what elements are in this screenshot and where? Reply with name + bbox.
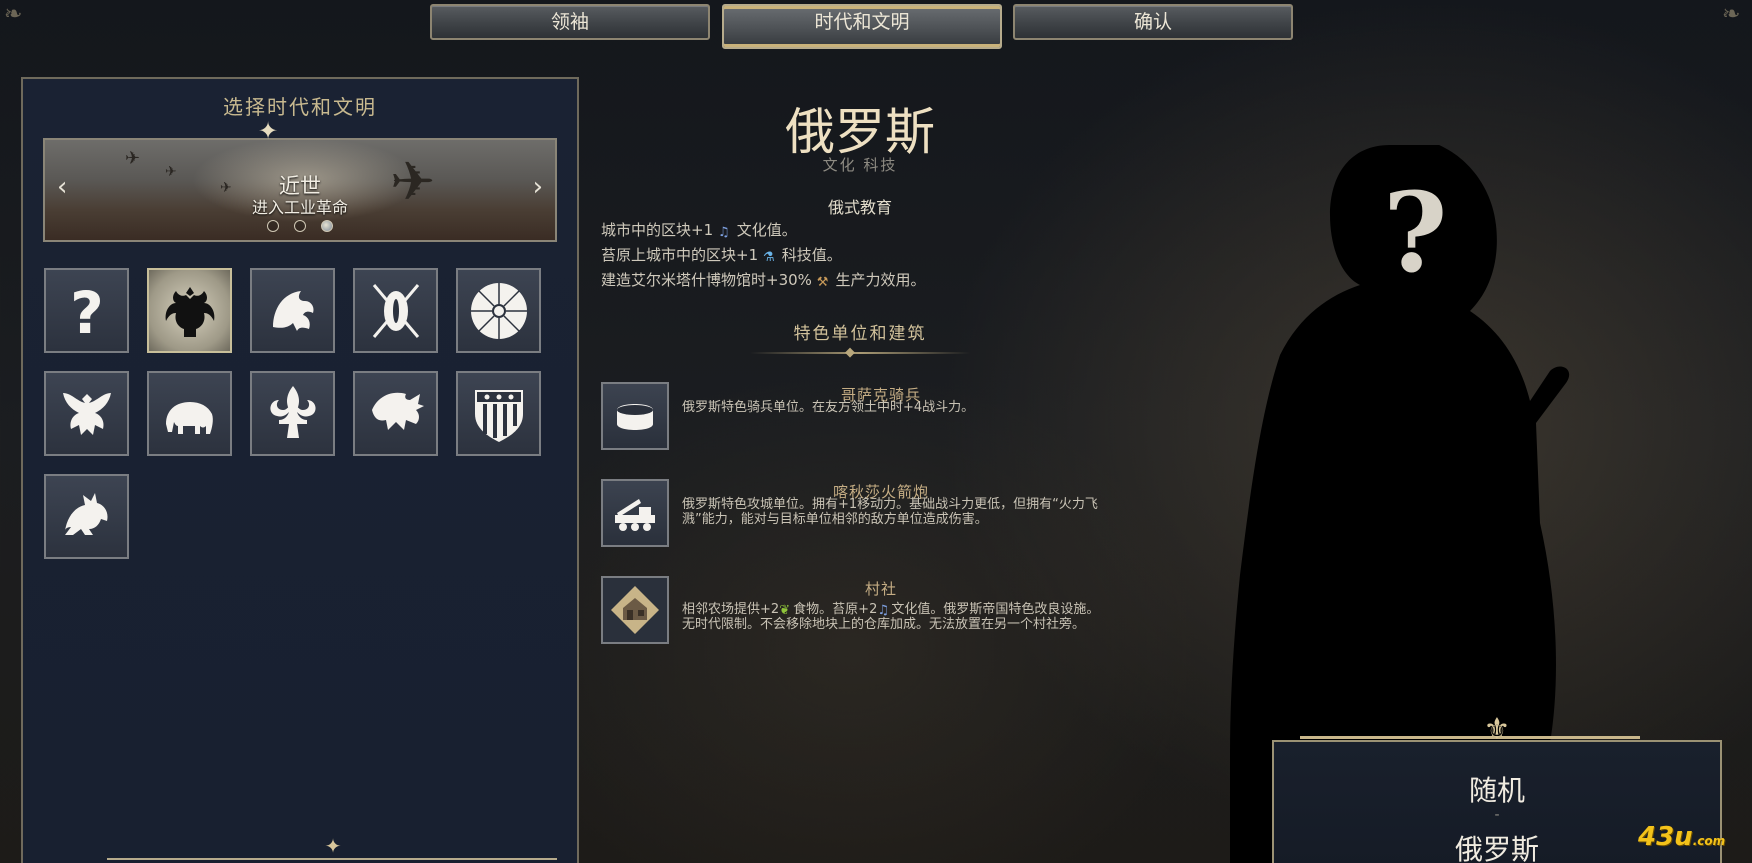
leader-panel-top-line [1300, 736, 1640, 739]
unit-icon-frame [601, 382, 669, 450]
shield-spears-icon [372, 283, 419, 338]
production-hammer-icon: ⚒ [816, 275, 829, 290]
unique-section-title: 特色单位和建筑 [793, 324, 927, 344]
dragon-icon [371, 392, 424, 430]
cossack-hat-icon [617, 404, 653, 430]
era-subtitle: 进入工业革命 [251, 198, 348, 217]
elephant-icon [165, 401, 213, 434]
small-plane-image: ✈ [125, 148, 141, 169]
ability-text: 生产力效用。 [835, 271, 926, 289]
unique-desc-text: 相邻农场提供+2 [682, 602, 780, 617]
griffin-icon [272, 290, 314, 331]
ability-text: 文化值。 [736, 221, 797, 239]
civ-option[interactable] [147, 371, 232, 456]
unique-desc: 俄罗斯特色攻城单位。拥有+1移动力。基础战斗力更低，但拥有“火力飞溅”能力，能对… [682, 497, 1098, 527]
section-ornament-icon: ◆ [845, 345, 855, 360]
unique-desc: 俄罗斯特色骑兵单位。在友方领土中时+4战斗力。 [682, 400, 975, 415]
unique-name: 村社 [864, 580, 897, 598]
ability-text: 城市中的区块+1 [601, 221, 714, 239]
ability-text: 苔原上城市中的区块+1 [601, 246, 759, 264]
culture-note-icon: ♫ [877, 603, 889, 618]
tab-confirm[interactable]: 确认 [1013, 4, 1293, 40]
civ-option[interactable] [44, 371, 129, 456]
panel-title: 选择时代和文明 [223, 95, 377, 119]
civ-option[interactable] [353, 268, 438, 353]
eagle-icon [62, 392, 111, 435]
panel-bottom-divider [107, 858, 557, 860]
panel-bottom-ornament-icon: ✦ [324, 834, 342, 858]
corner-ornament-right: ❧ [1722, 2, 1741, 27]
era-page-dots [45, 217, 555, 236]
chrysanthemum-icon [470, 282, 527, 339]
ability-text: 科技值。 [781, 246, 842, 264]
civ-option[interactable] [44, 474, 129, 559]
ability-line: 建造艾尔米塔什博物馆时+30% ⚒ 生产力效用。 [601, 269, 926, 290]
ability-line: 城市中的区块+1 ♫ 文化值。 [601, 219, 797, 240]
fleur-de-lis-icon [269, 385, 316, 438]
era-civ-select-panel: 选择时代和文明 ✈ ✈ ✈ ✈ ‹ › 近世 进入工业革命 [21, 77, 579, 863]
question-mark-icon: ? [70, 279, 104, 345]
civ-option[interactable] [456, 268, 541, 353]
ability-text: 建造艾尔米塔什博物馆时+30% [601, 271, 812, 289]
food-leaf-icon: ❦ [779, 603, 791, 618]
leader-name: 随机 [1468, 774, 1525, 807]
science-flask-icon: ⚗ [762, 250, 775, 265]
rocket-truck-icon [615, 499, 655, 531]
top-tab-bar: ❧ 领袖 时代和文明 确认 ❧ [0, 0, 1752, 50]
civ-russia[interactable] [147, 268, 232, 353]
era-page-dot-active[interactable] [321, 220, 334, 232]
random-leader-question-mark-icon: ? [1383, 168, 1448, 297]
unique-desc: 相邻农场提供+2❦ 食物。苔原+2♫ 文化值。俄罗斯帝国特色改良设施。无时代限制。不… [682, 602, 1112, 632]
unit-icon-frame [601, 576, 669, 644]
civ-random[interactable]: ? [44, 268, 129, 353]
ability-name: 俄式教育 [827, 198, 892, 217]
ability-line: 苔原上城市中的区块+1 ⚗ 科技值。 [601, 244, 842, 265]
tab-era-civ[interactable]: 时代和文明 [722, 4, 1002, 49]
banner-ornament-icon: ✦ [257, 117, 279, 145]
civ-option[interactable] [250, 371, 335, 456]
svg-text:?: ? [70, 279, 104, 345]
era-page-dot[interactable] [266, 220, 279, 232]
leader-separator: - [1494, 807, 1500, 823]
double-headed-eagle-icon [165, 286, 214, 337]
era-banner: ✈ ✈ ✈ ✈ ‹ › 近世 进入工业革命 [43, 138, 557, 242]
culture-note-icon: ♫ [717, 225, 730, 240]
era-page-dot[interactable] [294, 220, 306, 232]
section-divider [750, 352, 970, 354]
tab-leader[interactable]: 领袖 [430, 4, 710, 40]
civ-option[interactable] [250, 268, 335, 353]
stars-stripes-shield-icon [474, 389, 523, 442]
village-house-icon [611, 586, 659, 634]
site-watermark-logo: 43u.com [1638, 822, 1726, 852]
unit-icon-frame [601, 479, 669, 547]
civ-tags: 文化 科技 [822, 156, 898, 174]
unique-desc-text: 食物。苔原+2 [793, 602, 878, 617]
lion-icon [64, 492, 108, 535]
civ-option[interactable] [456, 371, 541, 456]
corner-ornament-left: ❧ [4, 2, 23, 27]
civ-option[interactable] [353, 371, 438, 456]
